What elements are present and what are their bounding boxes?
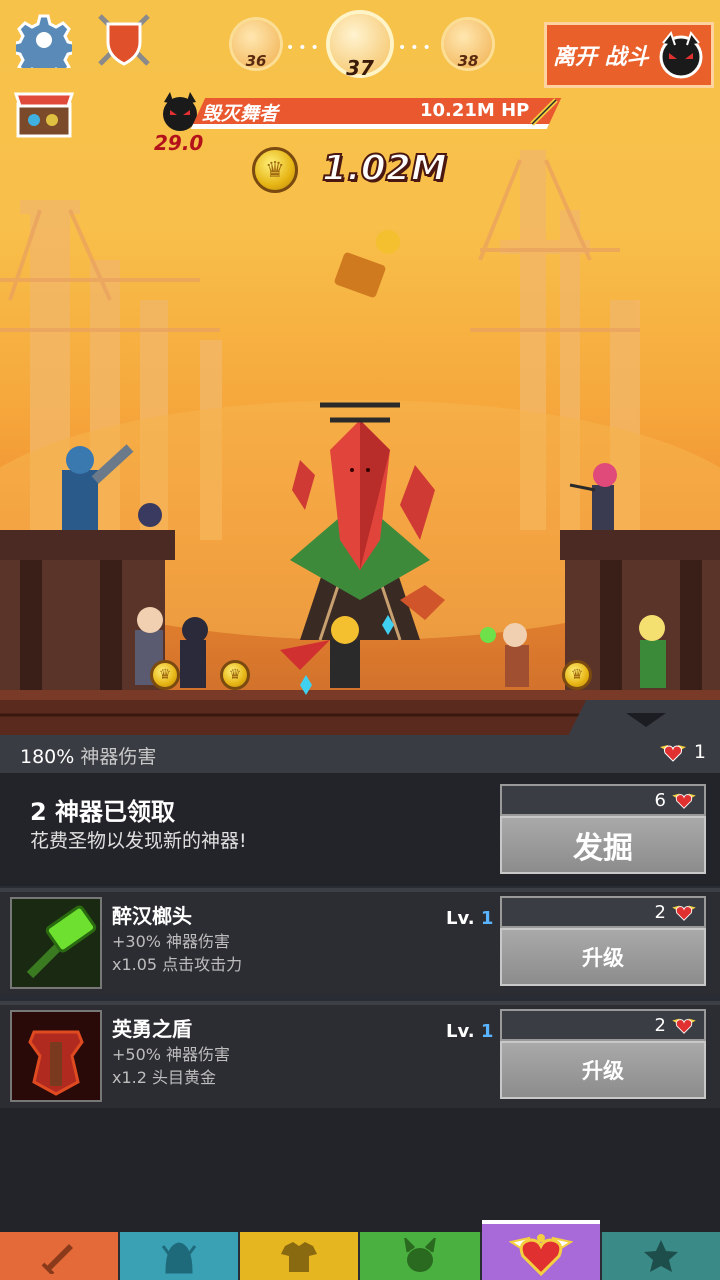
demon-face-icon bbox=[659, 30, 703, 79]
tab-achievements[interactable] bbox=[602, 1232, 720, 1280]
level-label: Lv. bbox=[446, 908, 475, 929]
relic-count-value: 1 bbox=[693, 741, 706, 763]
boss-name: 毁灭舞者 bbox=[202, 103, 279, 125]
damage-bonus-label: 神器伤害 bbox=[80, 746, 157, 768]
sword-slash-icon bbox=[530, 98, 558, 126]
winged-heart-icon bbox=[672, 1018, 696, 1034]
gold-coin[interactable]: ♛ bbox=[562, 660, 592, 690]
shop-icon bbox=[14, 92, 74, 138]
artifact-effect-2: x1.05 点击攻击力 bbox=[112, 955, 243, 974]
artifact-icon bbox=[10, 897, 102, 989]
artifact-level: Lv. 1 bbox=[446, 1021, 493, 1042]
shop-button[interactable] bbox=[14, 88, 74, 140]
winged-heart-icon bbox=[672, 793, 696, 809]
gold-coin-icon: ♛ bbox=[252, 147, 298, 193]
upgrade-button[interactable]: 升级 bbox=[500, 928, 706, 986]
leave-battle-label: 离开 战斗 bbox=[553, 45, 649, 70]
tab-heroes[interactable] bbox=[120, 1232, 238, 1280]
level-value: 1 bbox=[480, 1021, 494, 1042]
star-icon bbox=[644, 1240, 678, 1272]
hammer-icon bbox=[12, 899, 100, 987]
chevron-down-icon bbox=[626, 713, 666, 727]
artifact-damage-bonus: 180% 神器伤害 bbox=[20, 742, 156, 769]
gold-amount: 1.02M bbox=[321, 147, 448, 190]
artifacts-owned-title: 2 神器已领取 bbox=[30, 798, 176, 826]
stage-next: 38 bbox=[444, 20, 492, 70]
upgrade-cost-value: 2 bbox=[654, 901, 666, 923]
helmet-icon bbox=[161, 1242, 197, 1274]
upgrade-cost-value: 2 bbox=[654, 1014, 666, 1036]
gold-coin[interactable]: ♛ bbox=[150, 660, 180, 690]
boss-hp: 10.21M HP bbox=[420, 100, 530, 121]
settings-button[interactable] bbox=[16, 12, 72, 68]
stage-number: 38 bbox=[457, 52, 479, 70]
horned-head-icon bbox=[404, 1238, 436, 1272]
relic-count: 1 bbox=[659, 741, 706, 763]
artifact-icon bbox=[10, 1010, 102, 1102]
panel-empty-area bbox=[0, 1108, 720, 1232]
gold-coin[interactable]: ♛ bbox=[220, 660, 250, 690]
tab-heroes-sword[interactable] bbox=[0, 1232, 118, 1280]
artifact-effect-2: x1.2 头目黄金 bbox=[112, 1068, 217, 1087]
discover-cost: 6 bbox=[500, 784, 706, 816]
stage-dots: ••• bbox=[286, 40, 323, 56]
stage-dots: ••• bbox=[398, 40, 435, 56]
shield-swords-icon bbox=[98, 14, 150, 66]
stage-previous: 36 bbox=[232, 20, 280, 70]
level-label: Lv. bbox=[446, 1021, 475, 1042]
stage-number: 37 bbox=[346, 56, 374, 80]
winged-heart-icon bbox=[672, 905, 696, 921]
hero-mage bbox=[480, 623, 529, 687]
stage-number: 36 bbox=[245, 52, 267, 70]
shield-icon bbox=[12, 1012, 100, 1100]
discover-hint: 花费圣物以发现新的神器! bbox=[30, 830, 247, 852]
upgrade-cost: 2 bbox=[500, 1009, 706, 1041]
boss-timer: 29.0 bbox=[154, 131, 204, 155]
level-value: 1 bbox=[480, 908, 494, 929]
upgrade-cost: 2 bbox=[500, 896, 706, 928]
winged-heart-icon bbox=[659, 745, 686, 762]
tab-equipment[interactable] bbox=[240, 1232, 358, 1280]
hero-elf bbox=[639, 615, 666, 688]
tab-artifacts[interactable] bbox=[482, 1220, 600, 1280]
artifact-name: 醉汉榔头 bbox=[112, 904, 192, 928]
sword-icon bbox=[41, 1244, 73, 1274]
shirt-icon bbox=[281, 1242, 317, 1272]
damage-bonus-value: 180% bbox=[20, 746, 75, 768]
hero-rogue bbox=[180, 617, 208, 688]
artifact-effect-1: +50% 神器伤害 bbox=[112, 1045, 231, 1064]
hero-ninja bbox=[138, 503, 162, 527]
artifact-level: Lv. 1 bbox=[446, 908, 493, 929]
clan-button[interactable] bbox=[94, 10, 154, 70]
gear-icon bbox=[16, 14, 72, 68]
winged-heart-icon bbox=[509, 1234, 573, 1277]
discover-cost-value: 6 bbox=[654, 789, 666, 811]
stage-current: 37 bbox=[330, 14, 390, 80]
upgrade-button[interactable]: 升级 bbox=[500, 1041, 706, 1099]
tab-pets[interactable] bbox=[360, 1232, 480, 1280]
leave-battle-button[interactable]: 离开 战斗 bbox=[544, 22, 714, 88]
artifact-name: 英勇之盾 bbox=[112, 1017, 192, 1041]
artifact-effect-1: +30% 神器伤害 bbox=[112, 932, 231, 951]
fairy-chest bbox=[334, 230, 400, 298]
discover-button[interactable]: 发掘 bbox=[500, 816, 706, 874]
